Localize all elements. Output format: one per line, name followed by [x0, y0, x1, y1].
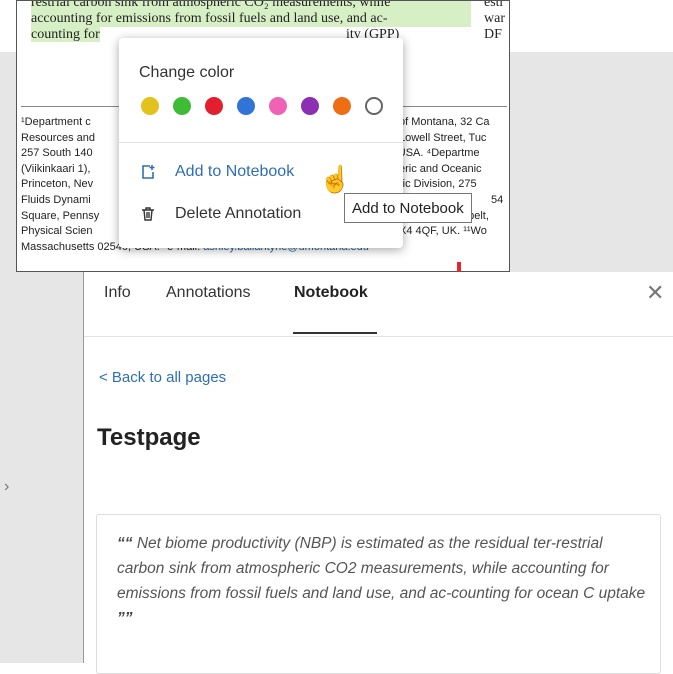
doc-line-1: restrial carbon sink from atmospheric CO…: [31, 1, 471, 11]
page-title: Testpage: [97, 424, 201, 451]
doc-line-2: accounting for emissions from fossil fue…: [31, 11, 471, 27]
side-marker-icon: ›: [4, 478, 10, 495]
footnote-left: 257 South 140: [21, 147, 93, 160]
footnote-right: 54: [491, 193, 504, 206]
footnote-left: ¹Department c: [21, 116, 91, 128]
right-col-line: DF: [484, 27, 502, 42]
footnote-left: Physical Scien: [21, 225, 93, 238]
annotation-quote: ““ Net biome productivity (NBP) is estim…: [117, 531, 647, 631]
color-swatch-none[interactable]: [365, 97, 383, 115]
close-quote-icon: ””: [117, 610, 133, 627]
footnote-left: Princeton, Nev: [21, 178, 94, 191]
close-icon[interactable]: ✕: [646, 282, 664, 304]
footnote-right: of Montana, 32 Ca: [399, 116, 490, 128]
hand-pointer-icon: ☝: [319, 164, 352, 194]
open-quote-icon: ““: [117, 535, 133, 552]
notebook-panel: Info Annotations Notebook ✕ < Back to al…: [84, 272, 673, 674]
active-tab-indicator: [293, 332, 377, 334]
footnote-left: (Viikinkaari 1),: [21, 162, 91, 175]
color-swatch-blue[interactable]: [237, 97, 255, 115]
footnote-left: Resources and: [21, 131, 95, 144]
color-swatch-red[interactable]: [205, 97, 223, 115]
footnote-left: Fluids Dynami: [21, 193, 91, 206]
document-text: restrial carbon sink from atmospheric CO…: [31, 1, 471, 43]
footnote-right: ric Division, 275: [399, 178, 477, 191]
footnote-right: eric and Oceanic: [399, 162, 482, 175]
notebook-add-icon: [139, 163, 157, 181]
footnote-right: X4 4QF, UK. ¹¹Wo: [399, 225, 487, 238]
right-col-line: war: [484, 11, 505, 26]
color-swatch-green[interactable]: [173, 97, 191, 115]
doc-right-column: estr war DF: [484, 0, 505, 43]
tab-info[interactable]: Info: [104, 284, 131, 302]
add-to-notebook-label: Add to Notebook: [175, 163, 295, 180]
color-swatch-orange[interactable]: [333, 97, 351, 115]
doc-line-3: counting for: [31, 27, 100, 42]
trash-icon: [139, 205, 157, 223]
annotation-quote-text: Net biome productivity (NBP) is estimate…: [117, 535, 646, 602]
right-col-line: estr: [484, 0, 505, 10]
footnote-left: Square, Pennsy: [21, 209, 100, 222]
tabs-divider: [84, 336, 673, 337]
change-color-label: Change color: [139, 64, 235, 81]
footnote-right: Lowell Street, Tuc: [399, 131, 487, 144]
back-to-all-pages-link[interactable]: < Back to all pages: [99, 369, 226, 386]
color-swatch-pink[interactable]: [269, 97, 287, 115]
tab-annotations[interactable]: Annotations: [166, 284, 251, 302]
add-to-notebook-tooltip: Add to Notebook: [344, 193, 472, 223]
add-to-notebook-button[interactable]: Add to Notebook: [139, 160, 294, 184]
annotation-card[interactable]: ““ Net biome productivity (NBP) is estim…: [96, 514, 661, 674]
tab-notebook[interactable]: Notebook: [294, 284, 368, 302]
delete-annotation-button[interactable]: Delete Annotation: [139, 202, 301, 226]
color-swatch-purple[interactable]: [301, 97, 319, 115]
color-swatch-yellow[interactable]: [141, 97, 159, 115]
delete-annotation-label: Delete Annotation: [175, 205, 302, 222]
popup-divider: [119, 142, 403, 143]
